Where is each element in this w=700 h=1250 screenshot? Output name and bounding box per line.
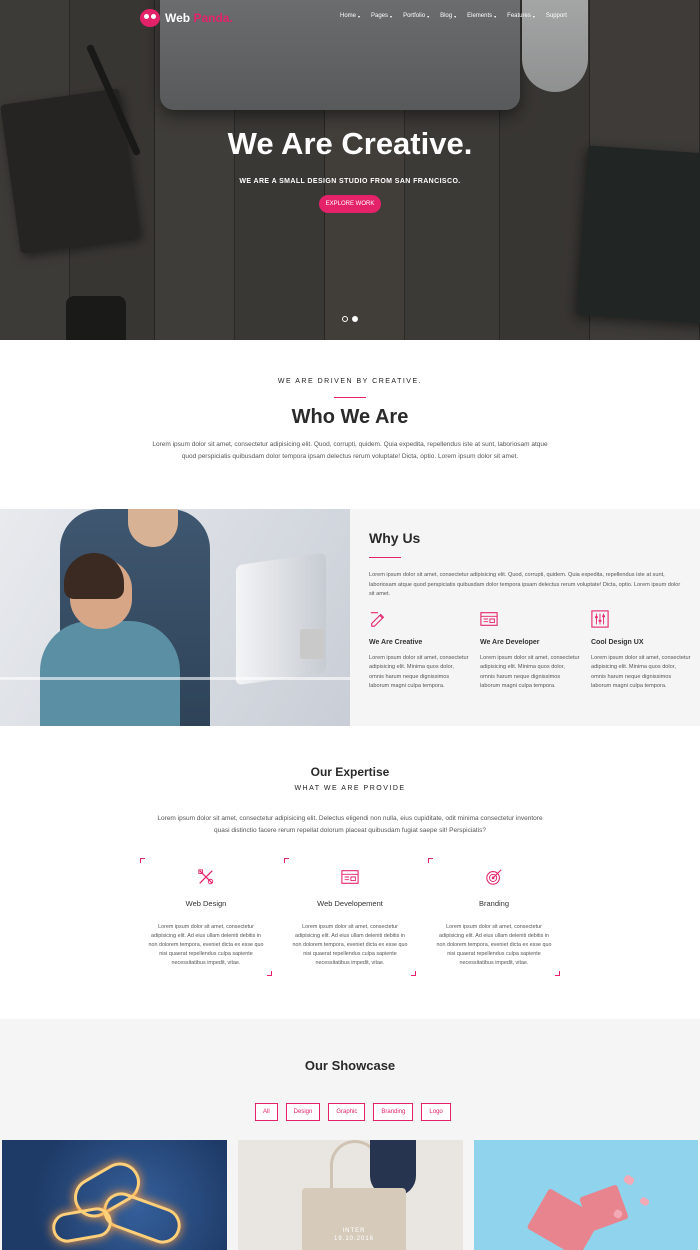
bag-print: INTER (342, 1228, 366, 1234)
expertise-card-text: Lorem ipsum dolor sit amet, consectetur … (292, 924, 408, 966)
filter-logo[interactable]: Logo (421, 1103, 451, 1121)
filter-branding[interactable]: Branding (373, 1103, 414, 1121)
feature-text: Lorem ipsum dolor sit amet, consectetur … (480, 655, 580, 690)
panda-logo-icon (140, 9, 160, 27)
corner-accent (428, 858, 433, 863)
corner-accent (284, 858, 289, 863)
filter-design[interactable]: Design (285, 1103, 321, 1121)
nav-menu: Home ▾ Pages ▾ Portfolio ▾ Blog ▾ Elements ▾ Featu… (340, 13, 567, 19)
caret-down-icon: ▾ (358, 13, 361, 19)
nav-item-label: Support (545, 13, 567, 19)
corner-accent (267, 971, 272, 976)
showcase-item-tote-bag[interactable]: INTER 19.10.2016 (238, 1140, 463, 1250)
monitor-image (236, 552, 326, 686)
nav-item-blog[interactable]: Blog ▾ (440, 13, 456, 19)
team-photo (0, 509, 350, 726)
expertise-card-title: Web Developement (317, 899, 383, 908)
feature-creative: We Are Creative Lorem ipsum dolor sit am… (369, 610, 469, 692)
nav-item-portfolio[interactable]: Portfolio ▾ (403, 13, 429, 19)
browser-icon (480, 612, 498, 626)
expertise-card-branding: Branding Lorem ipsum dolor sit amet, con… (428, 858, 560, 976)
photo-band (0, 677, 350, 680)
feature-title: Cool Design UX (591, 639, 644, 646)
expertise-paragraph: Lorem ipsum dolor sit amet, consectetur … (157, 815, 543, 834)
nav-item-label: Features (507, 13, 531, 19)
divider-line (369, 557, 401, 558)
design-tools-icon (198, 869, 214, 885)
target-icon (486, 869, 502, 885)
nav-item-label: Home (340, 13, 357, 19)
caret-down-icon: ▾ (454, 13, 457, 19)
nav-item-pages[interactable]: Pages ▾ (371, 13, 392, 19)
expertise-card-web-dev: Web Developement Lorem ipsum dolor sit a… (284, 858, 416, 976)
why-paragraph: Lorem ipsum dolor sit amet, consectetur … (369, 572, 681, 597)
explore-work-button[interactable]: EXPLORE WORK (319, 195, 381, 213)
hero-overlay (0, 0, 700, 340)
slider-dots (342, 316, 358, 322)
caret-down-icon: ▾ (494, 13, 497, 19)
who-eyebrow: WE ARE DRIVEN BY CREATIVE. (277, 378, 423, 385)
caret-down-icon: ▾ (532, 13, 535, 19)
nav-item-elements[interactable]: Elements ▾ (467, 13, 496, 19)
nav-item-home[interactable]: Home ▾ (340, 13, 360, 19)
filter-graphic[interactable]: Graphic (328, 1103, 366, 1121)
candy-piece (638, 1196, 651, 1207)
expertise-title: Our Expertise (310, 765, 390, 779)
expertise-card-title: Branding (478, 899, 510, 908)
showcase-filters: All Design Graphic Branding Logo (255, 1103, 451, 1121)
who-title: Who We Are (291, 406, 409, 428)
expertise-card-title: Web Design (185, 899, 227, 908)
nav-item-label: Elements (467, 13, 493, 19)
hero-title: We Are Creative. (227, 126, 473, 161)
feature-title: We Are Creative (369, 639, 423, 646)
expertise-card-text: Lorem ipsum dolor sit amet, consectetur … (148, 924, 264, 966)
showcase-item-wafers[interactable] (474, 1140, 698, 1250)
logo-text: Web Panda. (165, 11, 233, 25)
hero-subtitle: WE ARE A SMALL DESIGN STUDIO FROM SAN FR… (239, 178, 461, 185)
hero-section: Web Panda. Home ▾ Pages ▾ Portfolio ▾ Blog ▾ Ele… (0, 0, 700, 340)
who-paragraph: Lorem ipsum dolor sit amet, consectetur … (152, 441, 548, 460)
showcase-title: Our Showcase (304, 1058, 396, 1073)
slider-dot[interactable] (352, 316, 358, 322)
nav-item-label: Pages (371, 13, 389, 19)
pencil-cup-image (300, 629, 324, 659)
main-nav: Web Panda. Home ▾ Pages ▾ Portfolio ▾ Blog ▾ Ele… (0, 0, 700, 36)
why-title: Why Us (369, 530, 421, 546)
sparkler-light (49, 1205, 115, 1245)
caret-down-icon: ▾ (390, 13, 393, 19)
expertise-eyebrow: WHAT WE ARE PROVIDE (294, 785, 406, 792)
expertise-card-text: Lorem ipsum dolor sit amet, consectetur … (436, 924, 552, 966)
showcase-item-sparkler[interactable] (2, 1140, 227, 1250)
feature-text: Lorem ipsum dolor sit amet, consectetur … (591, 655, 691, 690)
pencil-icon (370, 612, 385, 627)
nav-item-features[interactable]: Features ▾ (507, 13, 535, 19)
feature-title: We Are Developer (480, 639, 540, 646)
nav-item-label: Portfolio (403, 13, 426, 19)
woman-figure (40, 621, 180, 726)
divider-line (334, 397, 366, 398)
nav-item-label: Blog (440, 13, 453, 19)
corner-accent (555, 971, 560, 976)
expertise-card-web-design: Web Design Lorem ipsum dolor sit amet, c… (140, 858, 272, 976)
feature-text: Lorem ipsum dolor sit amet, consectetur … (369, 655, 469, 690)
candy-piece (622, 1174, 636, 1186)
filter-all[interactable]: All (255, 1103, 278, 1121)
sliders-icon (591, 610, 609, 628)
slider-dot[interactable] (342, 316, 348, 322)
nav-item-support[interactable]: Support (546, 13, 567, 19)
caret-down-icon: ▾ (427, 13, 430, 19)
bag-print-date: 19.10.2016 (333, 1236, 375, 1242)
logo[interactable]: Web Panda. (140, 9, 233, 27)
corner-accent (411, 971, 416, 976)
browser-window-icon (341, 870, 359, 884)
feature-developer: We Are Developer Lorem ipsum dolor sit a… (480, 610, 580, 692)
corner-accent (140, 858, 145, 863)
feature-ux: Cool Design UX Lorem ipsum dolor sit ame… (591, 610, 691, 692)
